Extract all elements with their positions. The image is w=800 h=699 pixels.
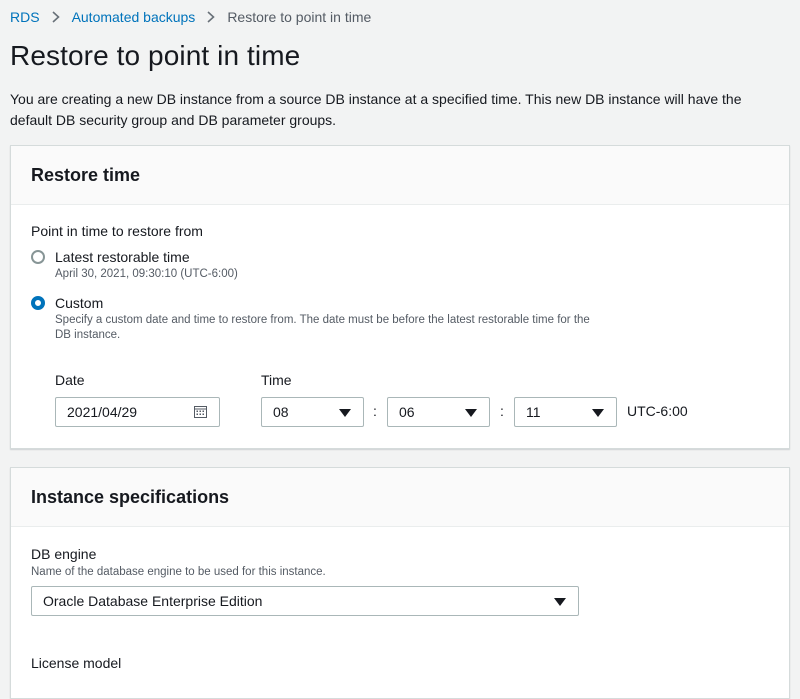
page-description: You are creating a new DB instance from … (10, 91, 742, 128)
caret-down-icon (465, 409, 477, 417)
point-in-time-label: Point in time to restore from (31, 223, 203, 239)
breadcrumb-rds-link[interactable]: RDS (10, 9, 40, 25)
hour-value: 08 (273, 404, 289, 420)
radio-option-latest[interactable]: Latest restorable time April 30, 2021, 0… (31, 248, 238, 282)
restore-time-header: Restore time (11, 146, 789, 205)
latest-restorable-label: Latest restorable time (55, 249, 190, 265)
chevron-right-icon (52, 11, 60, 23)
second-value: 11 (526, 404, 541, 420)
db-engine-select[interactable]: Oracle Database Enterprise Edition (31, 586, 579, 616)
date-label: Date (55, 372, 85, 388)
time-colon: : (500, 403, 504, 419)
time-colon: : (373, 403, 377, 419)
timezone-label: UTC-6:00 (627, 403, 688, 419)
latest-restorable-desc: April 30, 2021, 09:30:10 (UTC-6:00) (55, 268, 238, 280)
second-select[interactable]: 11 (514, 397, 617, 427)
date-input[interactable]: 2021/04/29 (55, 397, 220, 427)
time-label: Time (261, 372, 292, 388)
custom-desc: Specify a custom date and time to restor… (55, 314, 590, 341)
minute-select[interactable]: 06 (387, 397, 490, 427)
caret-down-icon (592, 409, 604, 417)
license-model-label: License model (31, 655, 122, 671)
db-engine-desc: Name of the database engine to be used f… (31, 566, 326, 578)
restore-time-panel: Restore time Point in time to restore fr… (10, 145, 790, 449)
caret-down-icon (339, 409, 351, 417)
breadcrumb: RDS Automated backups Restore to point i… (10, 8, 371, 26)
instance-specifications-header: Instance specifications (11, 468, 789, 527)
radio-option-custom[interactable]: Custom Specify a custom date and time to… (31, 294, 595, 343)
latest-restorable-radio[interactable] (31, 250, 45, 264)
hour-select[interactable]: 08 (261, 397, 364, 427)
minute-value: 06 (399, 404, 415, 420)
breadcrumb-current: Restore to point in time (227, 9, 372, 25)
page-title: Restore to point in time (10, 40, 301, 71)
custom-radio[interactable] (31, 296, 45, 310)
custom-label: Custom (55, 295, 104, 311)
instance-specifications-panel: Instance specifications DB engine Name o… (10, 467, 790, 699)
chevron-right-icon (207, 11, 216, 23)
calendar-icon[interactable] (194, 406, 207, 418)
caret-down-icon (554, 598, 566, 606)
breadcrumb-automated-backups-link[interactable]: Automated backups (72, 9, 196, 25)
db-engine-label: DB engine (31, 546, 97, 562)
db-engine-value: Oracle Database Enterprise Edition (43, 593, 263, 609)
date-value: 2021/04/29 (67, 404, 138, 420)
